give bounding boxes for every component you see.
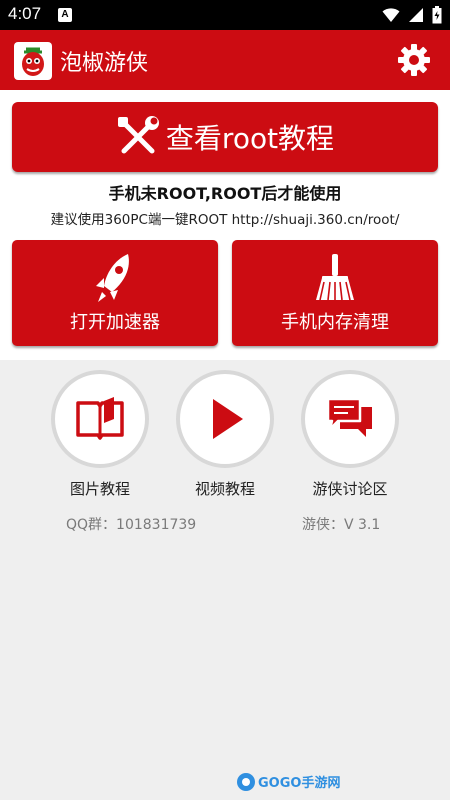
app-logo-icon — [14, 42, 52, 80]
memory-clean-button[interactable]: 手机内存清理 — [232, 240, 438, 346]
watermark-text: GOGO手游网 — [258, 775, 340, 791]
open-accelerator-label: 打开加速器 — [70, 312, 160, 333]
root-suggestion: 建议使用360PC端一键ROOT http://shuaji.360.cn/ro… — [50, 212, 400, 228]
battery-icon — [432, 6, 442, 24]
picture-tutorial-label: 图片教程 — [69, 480, 130, 498]
signal-icon — [409, 8, 423, 22]
forum-circle[interactable] — [301, 370, 399, 468]
open-accelerator-button[interactable]: 打开加速器 — [12, 240, 218, 346]
book-icon — [76, 397, 124, 440]
app-bar: 泡椒游侠 — [0, 30, 450, 90]
video-tutorial-button[interactable]: 视频教程 — [170, 370, 280, 499]
broom-icon — [316, 254, 354, 301]
chat-icon — [326, 397, 372, 437]
settings-gear-icon[interactable] — [398, 44, 430, 76]
status-bar: 4:07 A — [0, 0, 450, 30]
forum-label: 游侠讨论区 — [312, 480, 388, 498]
version-text: 游侠：V 3.1 — [302, 517, 381, 533]
qq-group-text: QQ群：101831739 — [66, 517, 197, 533]
view-root-tutorial-button[interactable]: 查看root教程 — [12, 102, 438, 172]
status-time: 4:07 — [8, 4, 42, 23]
picture-tutorial-circle[interactable] — [51, 370, 149, 468]
watermark-logo-icon: GOGO手游网 — [237, 773, 340, 791]
app-title: 泡椒游侠 — [60, 51, 149, 76]
root-notice: 手机未ROOT,ROOT后才能使用 — [108, 184, 342, 203]
forum-button[interactable]: 游侠讨论区 — [295, 370, 405, 499]
picture-tutorial-button[interactable]: 图片教程 — [45, 370, 155, 499]
rocket-icon — [96, 254, 129, 302]
wifi-icon — [382, 8, 400, 22]
view-root-tutorial-label: 查看root教程 — [165, 122, 335, 155]
notification-icon: A — [58, 8, 72, 22]
video-tutorial-label: 视频教程 — [194, 480, 255, 498]
tools-icon — [117, 116, 159, 154]
memory-clean-label: 手机内存清理 — [281, 312, 389, 333]
video-tutorial-circle[interactable] — [176, 370, 274, 468]
main-panel: 查看root教程 手机未ROOT,ROOT后才能使用 建议使用360PC端一键R… — [0, 90, 450, 360]
play-icon — [213, 399, 243, 439]
status-icons — [382, 6, 442, 24]
